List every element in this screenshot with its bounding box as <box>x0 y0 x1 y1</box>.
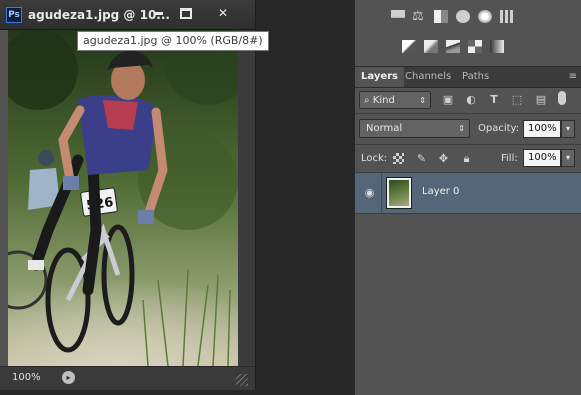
tab-channels[interactable]: Channels <box>399 67 457 87</box>
document-titlebar[interactable]: Ps agudeza1.jpg @ 10... ✕ <box>0 0 255 30</box>
tab-paths[interactable]: Paths <box>456 67 495 87</box>
invert-icon[interactable] <box>402 40 416 53</box>
layer-name[interactable]: Layer 0 <box>422 186 459 197</box>
brightness-contrast-icon[interactable] <box>391 10 405 18</box>
blend-mode-value: Normal <box>366 123 403 134</box>
status-menu-icon[interactable]: ▸ <box>62 371 75 384</box>
chevron-updown-icon: ⇕ <box>458 124 465 133</box>
lock-all-icon[interactable]: 🔒︎ <box>460 152 473 165</box>
gradient-map-icon[interactable] <box>490 40 504 53</box>
status-bar: 100% ▸ <box>0 366 255 390</box>
image-filter-icon[interactable]: ▣ <box>442 94 454 105</box>
tab-layers[interactable]: Layers <box>355 67 404 87</box>
image-canvas[interactable]: 526 <box>8 30 238 366</box>
panel-tabs: Layers Channels Paths ≡ <box>355 67 581 88</box>
divider <box>355 113 581 114</box>
chevron-down-icon: ▾ <box>565 153 570 162</box>
lock-position-icon[interactable]: ✥ <box>437 152 450 165</box>
lock-image-pixels-icon[interactable]: ✎ <box>415 152 428 165</box>
curves-icon[interactable] <box>434 10 448 23</box>
adjustments-panel: ⚖ <box>355 0 581 66</box>
panel-menu-icon[interactable]: ≡ <box>569 71 577 82</box>
document-scrollbar[interactable] <box>238 30 255 366</box>
opacity-dropdown-button[interactable]: ▾ <box>561 120 575 138</box>
chevron-updown-icon: ⇕ <box>419 96 426 105</box>
fill-dropdown-button[interactable]: ▾ <box>561 149 575 167</box>
levels-icon[interactable]: ⚖ <box>412 10 426 23</box>
filter-toggle-icon[interactable] <box>558 91 566 105</box>
document-tooltip: agudeza1.jpg @ 100% (RGB/8#) <box>77 31 269 51</box>
lock-label: Lock: <box>361 153 388 164</box>
divider <box>355 144 581 145</box>
adjustments-row-2 <box>355 40 581 62</box>
visibility-eye-icon[interactable]: ◉ <box>363 187 376 199</box>
maximize-icon <box>180 8 192 19</box>
hue-saturation-icon[interactable] <box>500 10 514 23</box>
search-icon: ⌕ <box>364 95 370 106</box>
minimize-icon <box>153 12 163 15</box>
vibrance-icon[interactable] <box>478 10 492 23</box>
cyclist-photo: 526 <box>8 30 238 366</box>
layers-panel: Layers Channels Paths ≡ ⌕ Kind ⇕ ▣ ◐ T ⬚… <box>355 66 581 395</box>
adjustments-row-1: ⚖ <box>355 10 581 32</box>
posterize-icon[interactable] <box>424 40 438 53</box>
filter-kind-select[interactable]: ⌕ Kind ⇕ <box>359 91 431 109</box>
fill-label: Fill: <box>501 153 518 164</box>
divider <box>381 173 382 213</box>
zoom-level[interactable]: 100% <box>12 372 41 383</box>
filter-kind-label: Kind <box>372 95 395 106</box>
layer-row[interactable]: ◉ Layer 0 <box>355 173 581 214</box>
close-button[interactable]: ✕ <box>206 5 240 22</box>
type-filter-icon[interactable]: T <box>488 94 500 105</box>
fill-input[interactable]: 100% <box>523 149 561 167</box>
blend-mode-select[interactable]: Normal ⇕ <box>359 119 470 138</box>
layer-thumbnail <box>386 177 412 209</box>
photoshop-app-icon: Ps <box>6 7 22 23</box>
exposure-icon[interactable] <box>456 10 470 23</box>
threshold-icon[interactable] <box>446 40 460 53</box>
opacity-input[interactable]: 100% <box>523 120 561 138</box>
smart-object-filter-icon[interactable]: ▤ <box>535 94 547 105</box>
document-window: Ps agudeza1.jpg @ 10... ✕ agudeza1.jpg @… <box>0 0 269 390</box>
resize-grip[interactable] <box>236 374 248 386</box>
lock-transparent-pixels-icon[interactable] <box>393 153 404 164</box>
minimize-button[interactable] <box>145 5 171 22</box>
chevron-down-icon: ▾ <box>565 124 570 133</box>
selective-color-icon[interactable] <box>468 40 482 53</box>
shape-filter-icon[interactable]: ⬚ <box>511 94 523 105</box>
opacity-label: Opacity: <box>478 123 520 134</box>
close-icon: ✕ <box>217 6 229 20</box>
maximize-button[interactable] <box>173 5 199 22</box>
adjustment-filter-icon[interactable]: ◐ <box>465 94 477 105</box>
